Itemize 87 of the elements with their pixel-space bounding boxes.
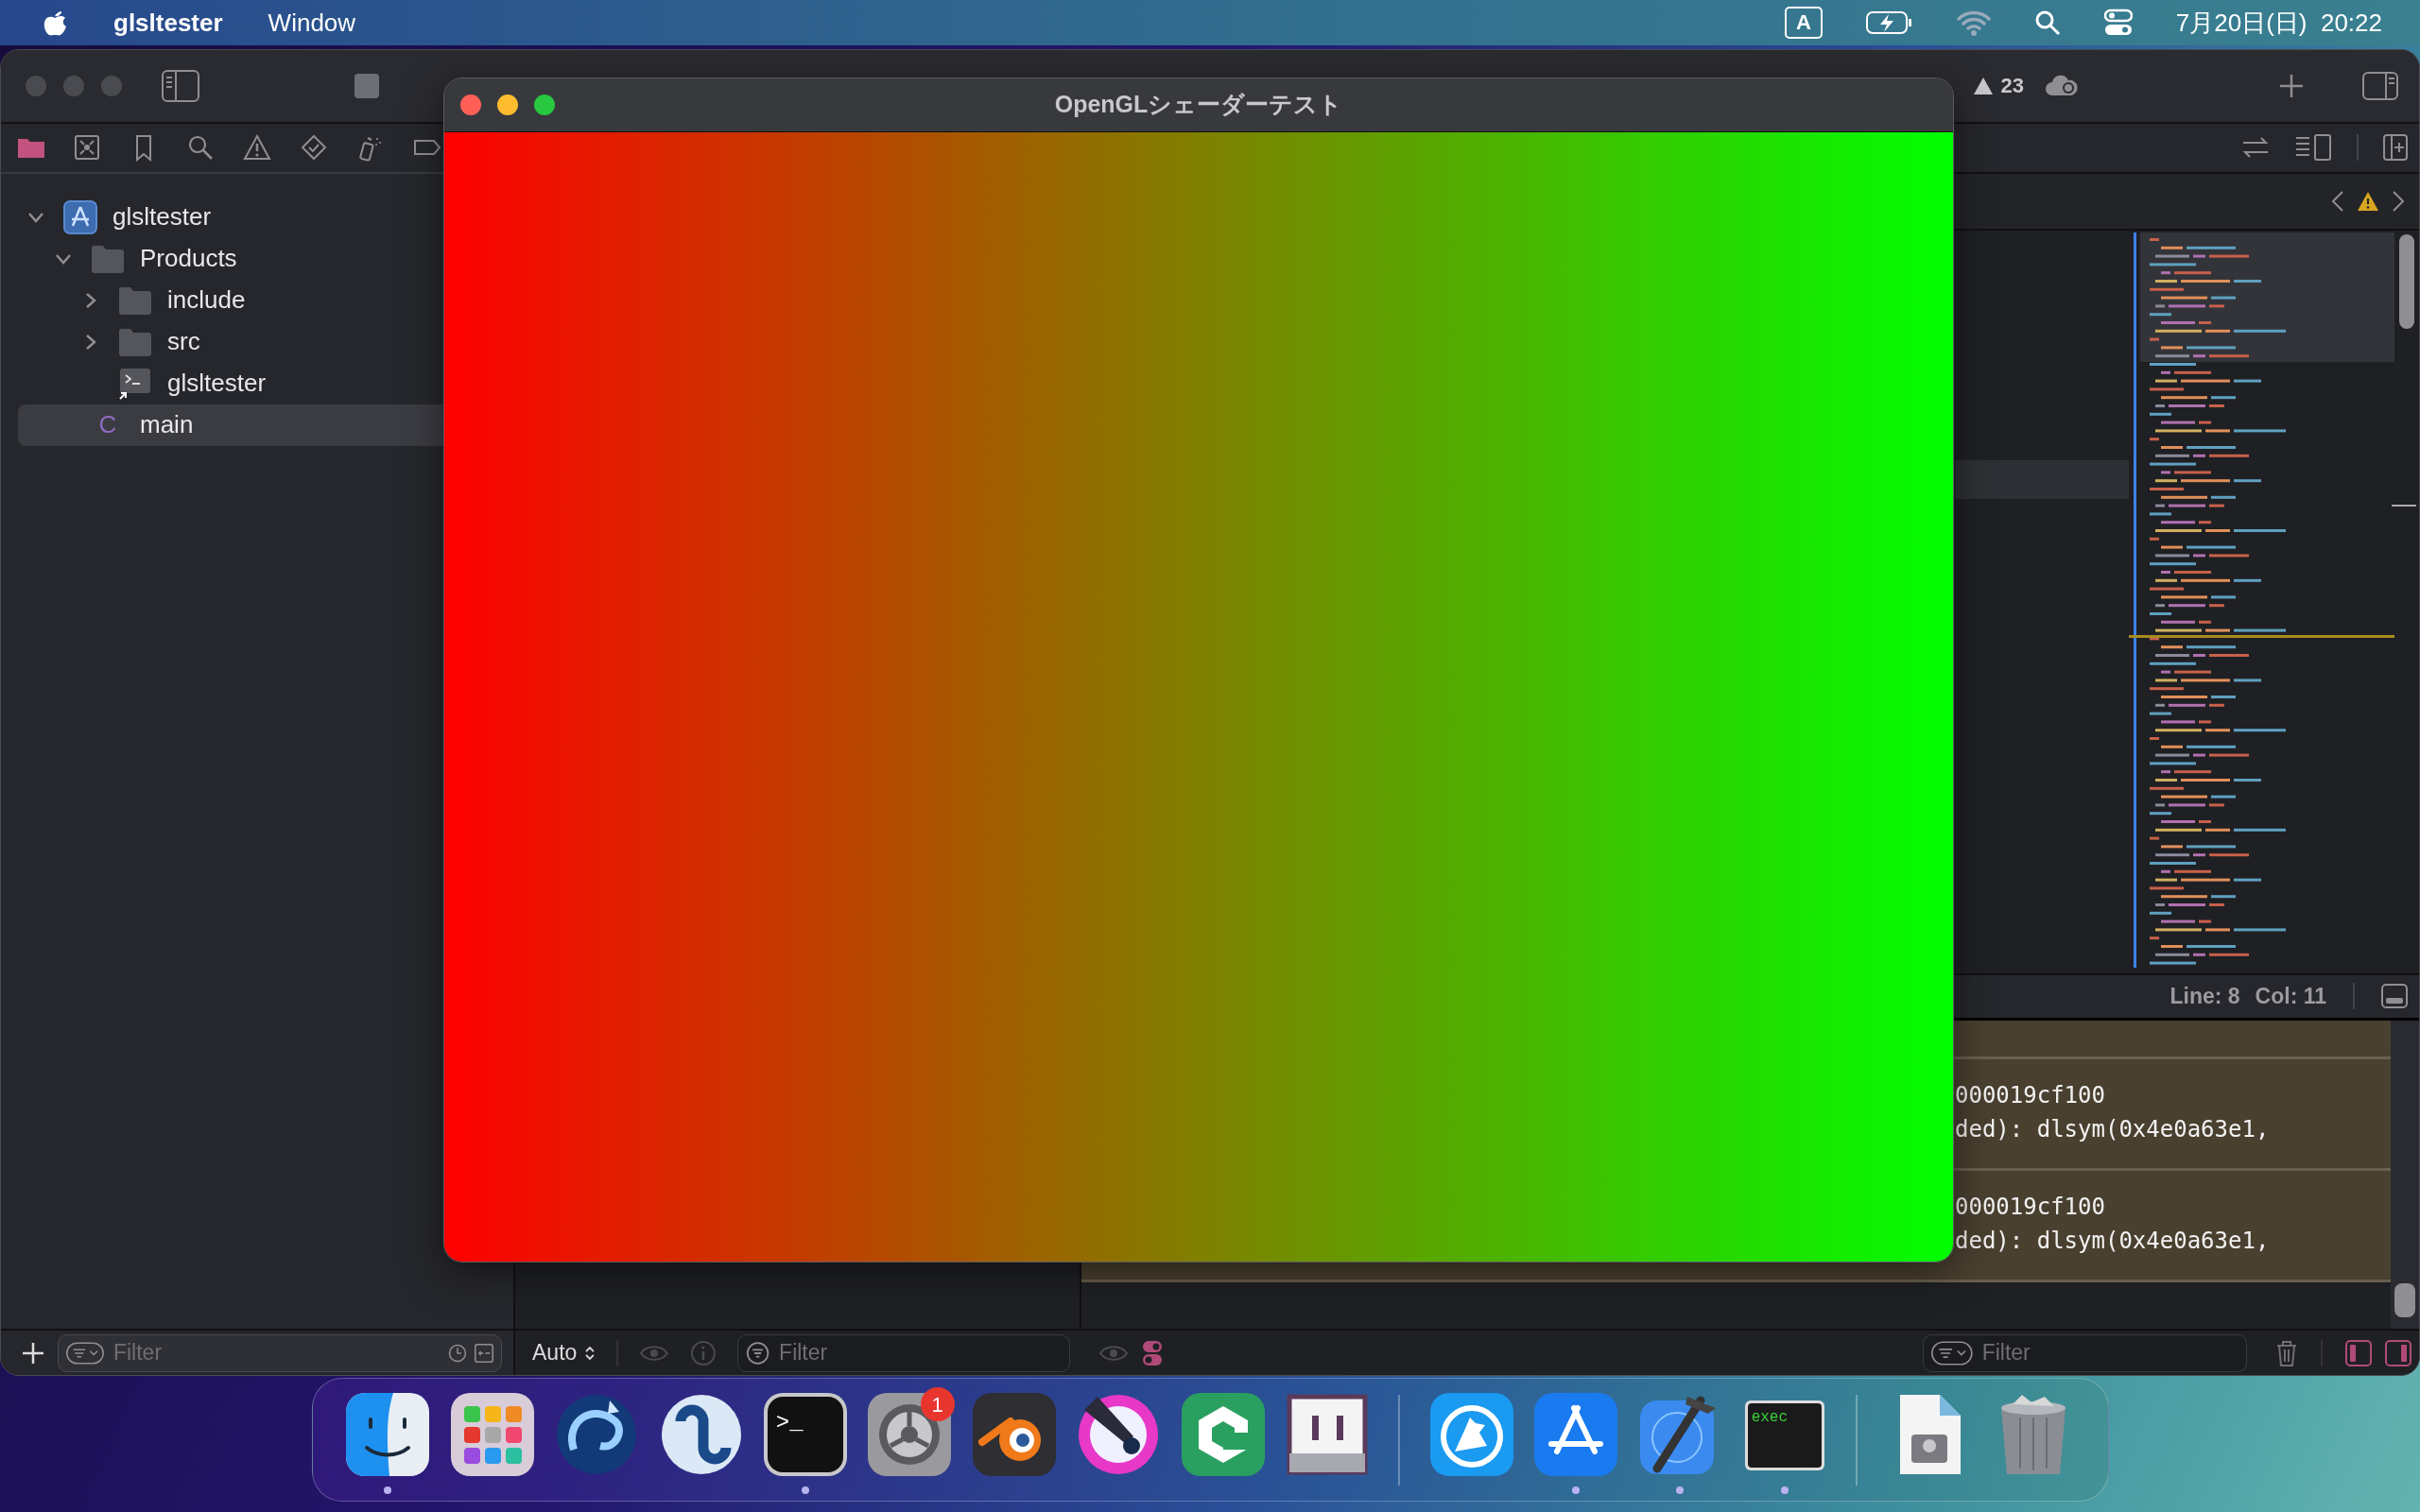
file-tree-row[interactable]: glsltester xyxy=(18,196,443,238)
folder-icon xyxy=(91,244,125,273)
console-text: ded): dlsym(0x4e0a63e1, xyxy=(1955,1114,2271,1144)
terminal-icon[interactable] xyxy=(763,1393,847,1476)
file-tree-row[interactable]: src xyxy=(18,320,443,363)
project-icon xyxy=(63,199,97,234)
scrollbar-thumb[interactable] xyxy=(2394,1283,2415,1318)
window-control[interactable] xyxy=(534,94,555,115)
toggle-icon[interactable] xyxy=(1142,1339,1163,1366)
filter-input[interactable]: Filter xyxy=(1979,1335,2238,1370)
add-editor-icon[interactable] xyxy=(2383,134,2408,162)
running-indicator xyxy=(801,1486,809,1494)
filter-input[interactable]: Filter xyxy=(111,1335,441,1370)
chevron-right-icon[interactable] xyxy=(2391,189,2406,213)
folder-icon xyxy=(118,285,152,315)
sidebar-toggle-icon[interactable] xyxy=(162,69,199,102)
filter-input[interactable]: Filter xyxy=(777,1335,1062,1370)
app-store-icon[interactable] xyxy=(1534,1393,1617,1476)
file-name: main xyxy=(140,409,194,441)
debug-area-toggle-icon[interactable] xyxy=(2381,984,2408,1009)
notification-badge: 1 xyxy=(920,1387,955,1421)
file-name: src xyxy=(167,326,200,358)
terminal-prompt: >_ xyxy=(775,1409,804,1437)
file-name: include xyxy=(167,284,246,317)
control-center-icon[interactable] xyxy=(2103,9,2133,37)
file-tree-row[interactable]: glsltester xyxy=(18,362,443,404)
battery-charging-icon[interactable] xyxy=(1865,10,1913,35)
window-control[interactable] xyxy=(460,94,481,115)
cloud-icon[interactable] xyxy=(2045,75,2079,98)
stop-icon[interactable] xyxy=(354,73,379,98)
terminal-file-icon xyxy=(118,367,152,400)
folder-icon xyxy=(118,327,152,356)
filter-field[interactable]: Filter xyxy=(58,1333,502,1372)
file-tree-row[interactable]: C main xyxy=(18,404,443,446)
file-tree-row[interactable]: Products xyxy=(18,237,443,280)
swirl-icon[interactable] xyxy=(555,1393,639,1476)
file-name: glsltester xyxy=(167,368,267,400)
window-control[interactable] xyxy=(497,94,518,115)
search-icon[interactable] xyxy=(2033,9,2061,36)
file-name: glsltester xyxy=(112,201,212,233)
ring-logo-icon[interactable] xyxy=(972,1393,1056,1476)
pixel-square-icon[interactable] xyxy=(1286,1393,1370,1476)
c-file-icon: C xyxy=(91,406,125,444)
scroll-tick xyxy=(2392,504,2416,507)
chevron-left-icon[interactable] xyxy=(2330,189,2345,213)
paintbrush-icon[interactable] xyxy=(1077,1393,1161,1476)
app-name[interactable]: glsltester xyxy=(113,4,223,42)
minimap-toggle-icon[interactable] xyxy=(2294,133,2332,163)
console-text: 000019cf100 xyxy=(1955,1080,2106,1110)
running-indicator xyxy=(1676,1486,1685,1494)
input-source-indicator[interactable]: A xyxy=(1784,7,1823,39)
console-text: 000019cf100 xyxy=(1955,1192,2106,1222)
running-indicator xyxy=(1780,1486,1789,1494)
warning-icon[interactable] xyxy=(1972,76,1994,95)
window-title: OpenGLシェーダーテスト xyxy=(1054,90,1343,120)
gear-icon[interactable] xyxy=(868,1393,952,1476)
running-indicator xyxy=(384,1486,392,1494)
issue-tab-icon[interactable] xyxy=(243,133,271,163)
smiling-face-icon[interactable] xyxy=(346,1393,430,1476)
column-number-label: Col: 11 xyxy=(2255,982,2326,1010)
menu-bar-clock[interactable]: 7月20日(日) 20:22 xyxy=(2175,4,2382,42)
dock-item[interactable]: >_ xyxy=(752,1378,858,1502)
terminal-text: exec xyxy=(1751,1408,1789,1428)
left-panel-icon[interactable] xyxy=(2345,1339,2372,1366)
source-control-tab-icon[interactable] xyxy=(73,133,101,163)
filter-menu-icon[interactable] xyxy=(1931,1338,1973,1367)
console-text: ded): dlsym(0x4e0a63e1, xyxy=(1955,1226,2271,1256)
variables-mode-dropdown[interactable]: Auto xyxy=(532,1336,578,1369)
file-tree-row[interactable]: include xyxy=(18,279,443,321)
warning-icon[interactable] xyxy=(2357,190,2379,212)
app-grid-icon[interactable] xyxy=(450,1393,534,1476)
filter-field[interactable]: Filter xyxy=(736,1333,1070,1372)
dock-item[interactable]: 1 xyxy=(857,1378,962,1502)
filter-field[interactable]: Filter xyxy=(1923,1333,2247,1372)
file-name: Products xyxy=(140,243,237,275)
running-indicator xyxy=(1572,1486,1580,1494)
warning-count[interactable]: 23 xyxy=(2000,70,2024,102)
filter-icon xyxy=(745,1339,770,1366)
line-number-label: Line: 8 xyxy=(2169,982,2240,1010)
updown-icon[interactable] xyxy=(584,1344,596,1362)
dock-item[interactable]: exec xyxy=(1732,1378,1838,1502)
trash-icon[interactable] xyxy=(2275,1339,2298,1366)
right-panel-icon[interactable] xyxy=(2385,1339,2411,1366)
test-tab-icon[interactable] xyxy=(300,133,328,163)
inspector-toggle-icon[interactable] xyxy=(2362,71,2398,100)
scrollbar-thumb[interactable] xyxy=(2399,233,2414,329)
menu-item[interactable]: Window xyxy=(268,4,356,42)
